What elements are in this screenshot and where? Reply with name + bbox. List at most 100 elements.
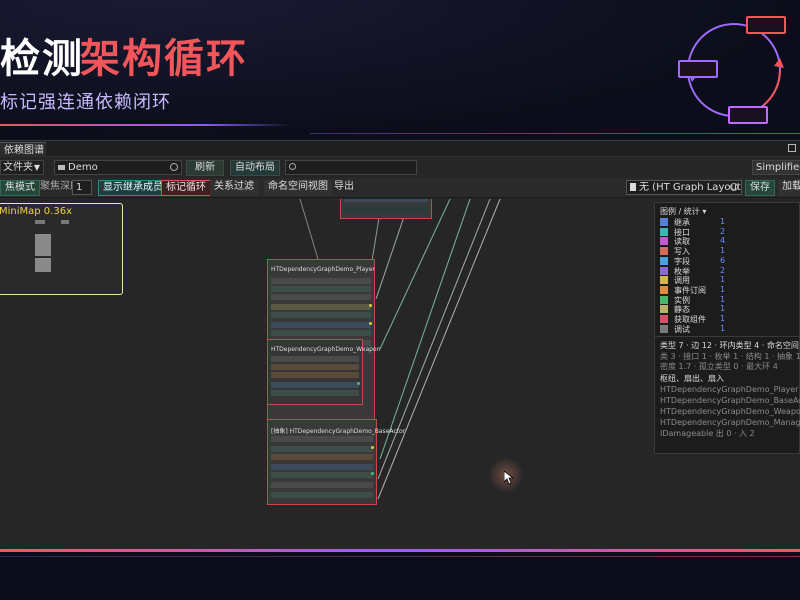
minimap-node (35, 258, 51, 272)
focus-mode-toggle[interactable]: 焦模式 (0, 180, 40, 196)
node-port[interactable] (369, 304, 372, 307)
banner-accent-line-2 (310, 133, 800, 134)
export-button[interactable]: 导出 (330, 180, 358, 196)
scope-select[interactable]: 文件夹 ▼ (0, 160, 44, 175)
node-port[interactable] (369, 322, 372, 325)
load-button[interactable]: 加载 (778, 180, 800, 196)
legend-hub-row: HTDependencyGraphDemo_Manager 出 1 · 入 2 (660, 418, 800, 427)
graph-node-top[interactable] (340, 199, 432, 219)
cycle-diagram-icon (672, 8, 800, 132)
namespace-view-button[interactable]: 命名空间视图 (264, 180, 332, 196)
legend-summary: 类型 7 · 边 12 · 环内类型 4 · 命名空间 1 (660, 341, 800, 350)
node-field-strip (271, 372, 359, 378)
legend-item-count: 1 (720, 246, 726, 256)
refresh-button[interactable]: 刷新 (186, 160, 224, 176)
node-field-strip (271, 356, 359, 362)
node-field-strip (271, 454, 373, 460)
legend-swatch (660, 295, 668, 304)
search-input[interactable] (285, 160, 417, 175)
dependency-graph-window: 依赖图谱 文件夹 ▼ Demo 刷新 自动布局 Simplified C 焦模式… (0, 140, 800, 551)
legend-item[interactable]: 调用 1 (660, 275, 800, 285)
legend-panel: 图例 / 统计 ▾ 继承 1 接口 2 读取 4 写入 1 字段 6 枚举 2 调用 1 事件订阅 1 实例 1 静… (654, 202, 800, 454)
legend-swatch (660, 324, 668, 333)
node-title: HTDependencyGraphDemo_Weapon (271, 346, 381, 353)
legend-item-count: 1 (720, 323, 726, 333)
node-field-strip (271, 482, 373, 488)
layout-preset-select[interactable]: 无 (HT Graph Layout Pres (626, 180, 742, 195)
node-port[interactable] (371, 446, 374, 449)
legend-item[interactable]: 写入 1 (660, 246, 800, 256)
legend-item[interactable]: 枚举 2 (660, 266, 800, 276)
node-field-strip (271, 322, 371, 328)
legend-swatch (660, 227, 668, 236)
clear-icon[interactable] (730, 183, 738, 191)
legend-item[interactable]: 静态 1 (660, 304, 800, 314)
banner-accent-line (0, 124, 292, 126)
banner: 检测 架构循环 标记强连通依赖闭环 (0, 0, 800, 138)
minimap-node (61, 220, 69, 224)
banner-subtitle: 标记强连通依赖闭环 (0, 92, 171, 113)
depth-input[interactable]: 1 (72, 180, 92, 195)
show-inherit-toggle[interactable]: 显示继承成员 (98, 180, 168, 196)
graph-canvas[interactable]: HTDependencyGraphDemo_Player HTDependenc… (0, 199, 800, 551)
scope-select-label: 文件夹 (3, 162, 33, 173)
legend-item-count: 2 (720, 226, 726, 236)
node-field-strip (271, 278, 371, 284)
legend-swatch (660, 237, 668, 246)
graph-node-baseactor[interactable]: [抽象] HTDependencyGraphDemo_BaseActor (267, 419, 405, 505)
toolbar-secondary: 焦模式 聚焦深度 1 显示继承成员 标记循环 关系过滤 命名空间视图 导出 无 … (0, 178, 800, 198)
graph-node-weapon[interactable]: HTDependencyGraphDemo_Weapon (267, 339, 380, 405)
legend-item[interactable]: 事件订阅 1 (660, 285, 800, 295)
mouse-cursor-icon (504, 471, 515, 485)
node-field-strip (344, 199, 428, 202)
legend-hub-row: HTDependencyGraphDemo_Player 出 5 · 入 2 (660, 385, 800, 394)
legend-item[interactable]: 读取 4 (660, 236, 800, 246)
mark-cycle-toggle[interactable]: 标记循环 (161, 180, 211, 196)
legend-item[interactable]: 接口 2 (660, 227, 800, 237)
legend-item[interactable]: 继承 1 (660, 217, 800, 227)
legend-item-count: 4 (720, 236, 726, 246)
node-field-strip (271, 390, 359, 396)
legend-item-count: 1 (720, 275, 726, 285)
legend-swatch (660, 276, 668, 285)
node-port[interactable] (357, 382, 360, 385)
node-field-strip (271, 472, 373, 478)
legend-item[interactable]: 字段 6 (660, 256, 800, 266)
legend-hub-title: 枢纽、扇出、扇入 (660, 374, 724, 383)
legend-item-count: 2 (720, 265, 726, 275)
language-select[interactable]: Simplified C (752, 160, 800, 175)
node-field-strip (271, 294, 371, 300)
minimap[interactable]: MiniMap 0.36x (0, 203, 123, 295)
toolbar-primary: 文件夹 ▼ Demo 刷新 自动布局 Simplified C (0, 158, 800, 178)
node-field-strip (271, 436, 373, 442)
node-title: HTDependencyGraphDemo_Player (271, 266, 375, 273)
node-field-strip (271, 304, 371, 310)
legend-title[interactable]: 图例 / 统计 ▾ (660, 206, 706, 217)
legend-stats-2: 密度 1.7 · 孤立类型 0 · 最大环 4 (660, 362, 778, 371)
search-icon (289, 163, 296, 170)
bottom-accent-line (0, 549, 800, 552)
legend-item[interactable]: 实例 1 (660, 295, 800, 305)
relation-filter-button[interactable]: 关系过滤 (210, 180, 258, 196)
minimap-node (35, 220, 45, 224)
auto-layout-button[interactable]: 自动布局 (230, 160, 280, 176)
legend-swatch (660, 266, 668, 275)
node-field-strip (271, 446, 373, 452)
save-button[interactable]: 保存 (745, 180, 775, 196)
clear-icon[interactable] (170, 163, 178, 171)
layout-preset-value: 无 (HT Graph Layout Pres (639, 182, 741, 193)
legend-item-count: 1 (720, 294, 726, 304)
node-field-strip (271, 330, 371, 336)
path-field[interactable]: Demo (54, 160, 182, 175)
legend-item[interactable]: 调试 1 (660, 324, 800, 334)
legend-hub-row: HTDependencyGraphDemo_Weapon 出 2 · 入 2 (660, 407, 800, 416)
node-title: [抽象] HTDependencyGraphDemo_BaseActor (271, 428, 406, 435)
node-field-strip (271, 382, 359, 388)
maximize-icon[interactable] (788, 144, 796, 152)
legend-item[interactable]: 获取组件 1 (660, 314, 800, 324)
node-port[interactable] (371, 472, 374, 475)
node-field-strip (344, 206, 428, 212)
node-field-strip (271, 286, 371, 292)
tab-dependency-graph[interactable]: 依赖图谱 (0, 142, 46, 157)
legend-hub-row: IDamageable 出 0 · 入 2 (660, 429, 755, 438)
